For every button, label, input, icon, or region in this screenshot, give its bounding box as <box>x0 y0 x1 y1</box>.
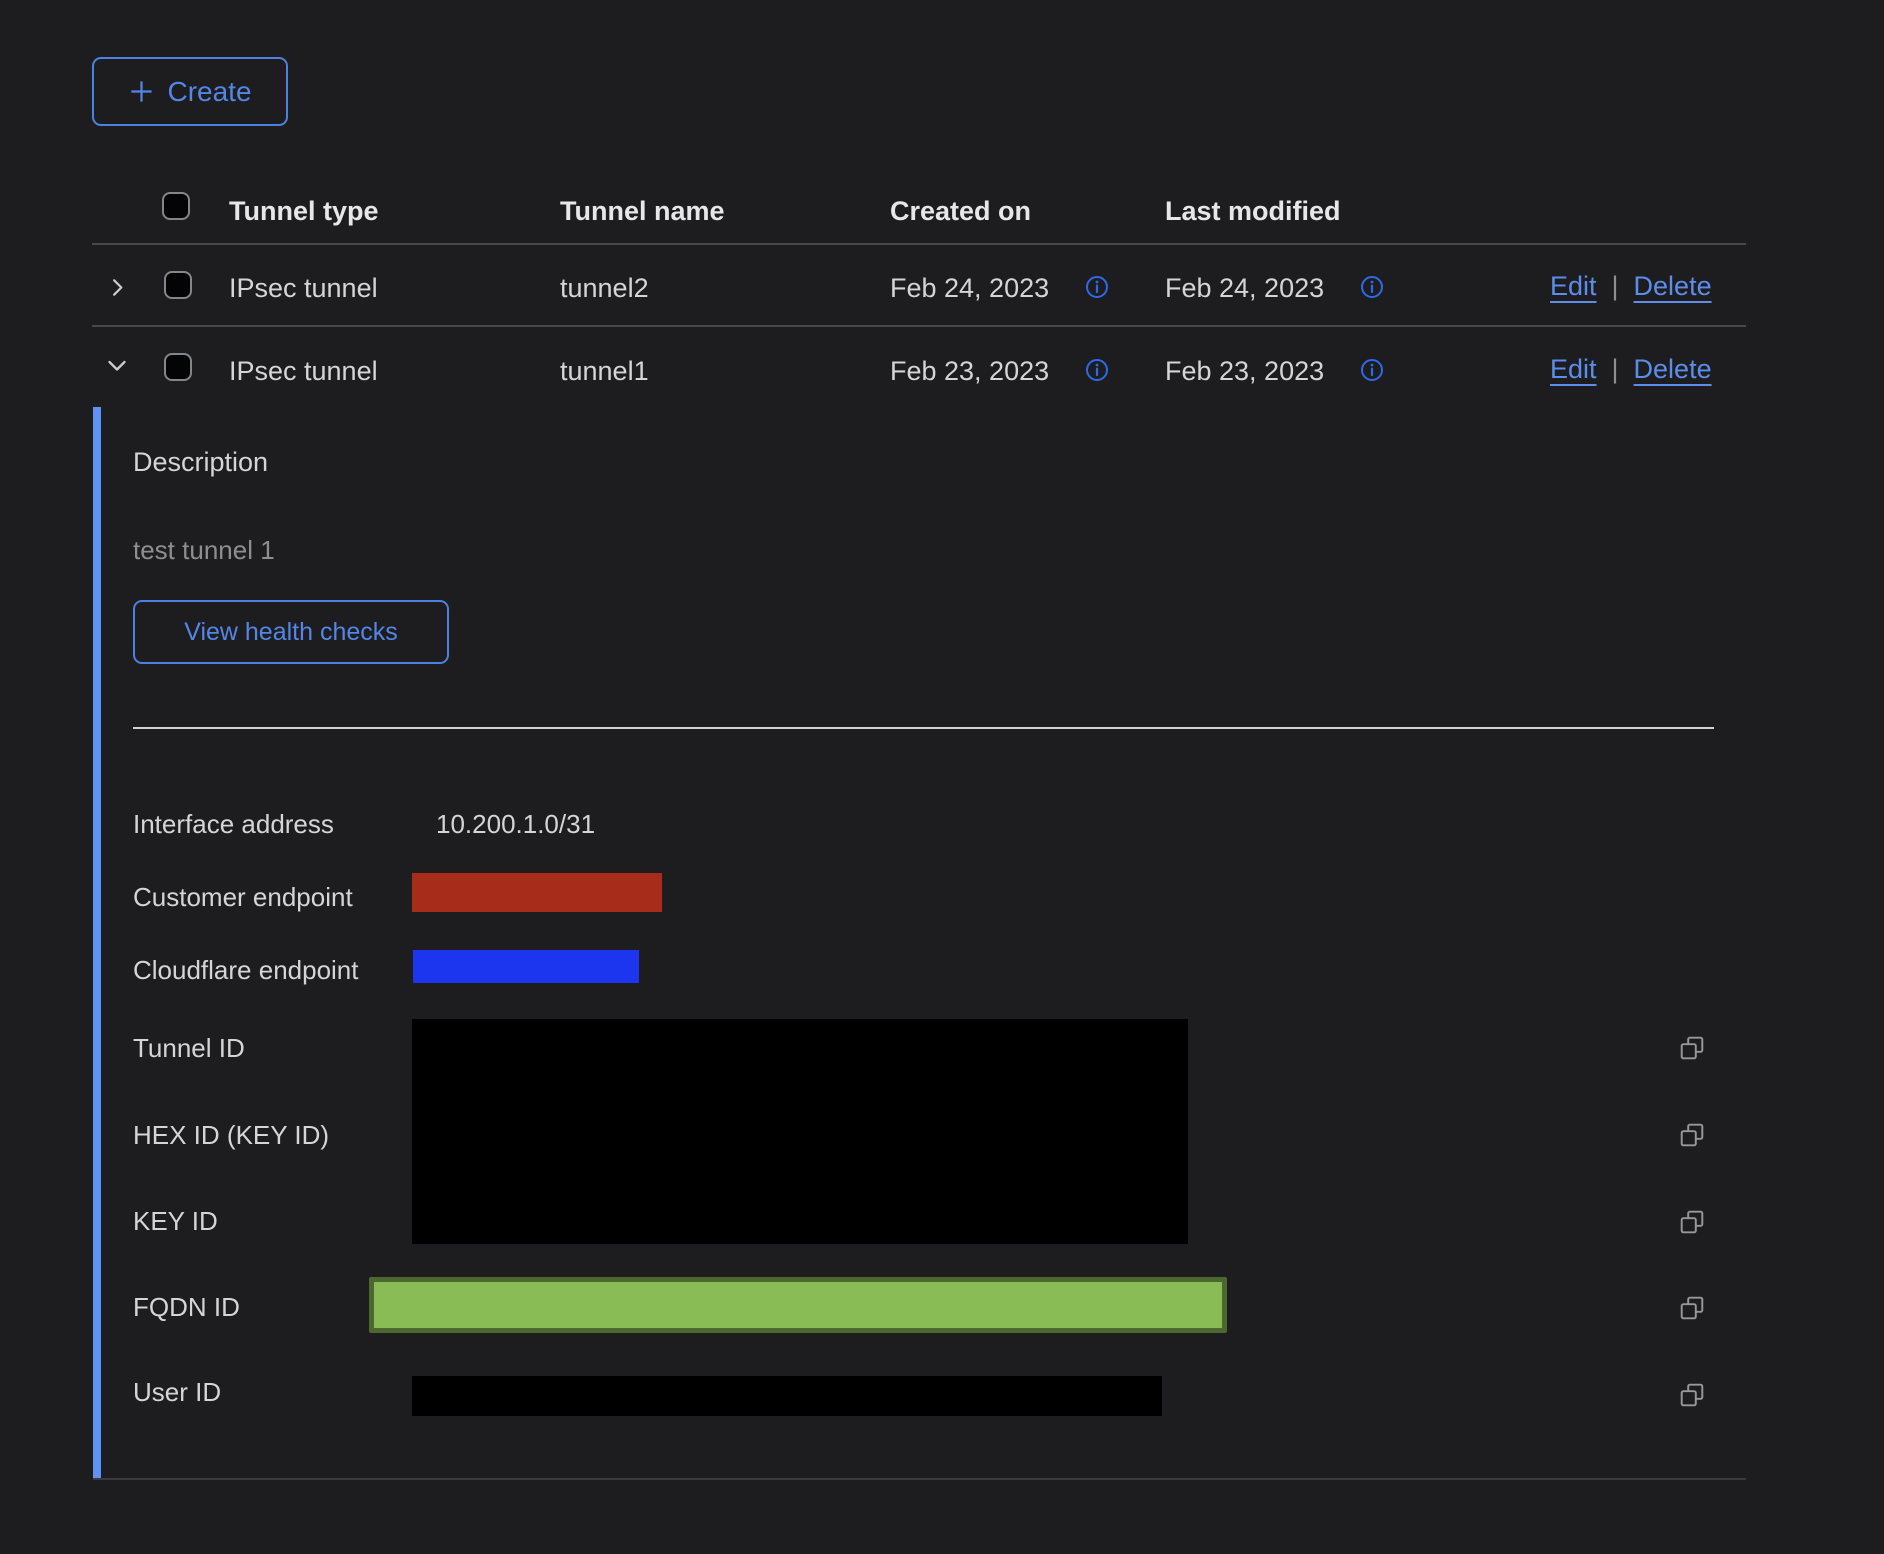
hex-id-label: HEX ID (KEY ID) <box>133 1120 329 1151</box>
interface-address-label: Interface address <box>133 809 334 840</box>
tunnel-name-cell: tunnel1 <box>560 356 649 387</box>
tunnel-type-cell: IPsec tunnel <box>229 356 378 387</box>
delete-link[interactable]: Delete <box>1634 271 1712 302</box>
row-checkbox[interactable] <box>164 353 192 381</box>
copy-icon[interactable] <box>1679 1122 1705 1148</box>
view-health-checks-label: View health checks <box>184 618 398 647</box>
info-icon[interactable] <box>1360 275 1384 299</box>
header-divider <box>92 243 1746 245</box>
column-header-tunnel-type: Tunnel type <box>229 196 379 227</box>
fqdn-id-redaction <box>369 1277 1227 1333</box>
chevron-right-icon[interactable] <box>106 276 129 299</box>
last-modified-cell: Feb 23, 2023 <box>1165 356 1324 387</box>
description-label: Description <box>133 447 268 478</box>
column-header-last-modified: Last modified <box>1165 196 1341 227</box>
copy-icon[interactable] <box>1679 1295 1705 1321</box>
key-id-label: KEY ID <box>133 1206 218 1237</box>
chevron-down-icon[interactable] <box>105 354 129 378</box>
last-modified-cell: Feb 24, 2023 <box>1165 273 1324 304</box>
cloudflare-endpoint-label: Cloudflare endpoint <box>133 955 359 986</box>
info-icon[interactable] <box>1085 275 1109 299</box>
created-on-cell: Feb 23, 2023 <box>890 356 1049 387</box>
column-header-created-on: Created on <box>890 196 1031 227</box>
row-actions: Edit | Delete <box>1550 354 1712 385</box>
create-button-label: Create <box>167 76 251 108</box>
copy-icon[interactable] <box>1679 1209 1705 1235</box>
create-button[interactable]: Create <box>92 57 288 126</box>
copy-icon[interactable] <box>1679 1382 1705 1408</box>
tunnel-name-cell: tunnel2 <box>560 273 649 304</box>
edit-link[interactable]: Edit <box>1550 354 1597 385</box>
ids-redaction-block <box>412 1019 1188 1244</box>
interface-address-value: 10.200.1.0/31 <box>436 809 595 840</box>
created-on-cell: Feb 24, 2023 <box>890 273 1049 304</box>
user-id-label: User ID <box>133 1377 221 1408</box>
expanded-row-bottom-divider <box>93 1478 1746 1480</box>
user-id-redaction <box>412 1376 1162 1416</box>
tunnel-type-cell: IPsec tunnel <box>229 273 378 304</box>
view-health-checks-button[interactable]: View health checks <box>133 600 449 664</box>
row-divider <box>92 325 1746 327</box>
copy-icon[interactable] <box>1679 1035 1705 1061</box>
description-value: test tunnel 1 <box>133 535 275 566</box>
row-checkbox[interactable] <box>164 271 192 299</box>
info-icon[interactable] <box>1360 358 1384 382</box>
info-icon[interactable] <box>1085 358 1109 382</box>
actions-separator: | <box>1612 271 1619 302</box>
customer-endpoint-redaction <box>412 873 662 912</box>
delete-link[interactable]: Delete <box>1634 354 1712 385</box>
select-all-checkbox[interactable] <box>162 192 190 220</box>
edit-link[interactable]: Edit <box>1550 271 1597 302</box>
ipsec-tunnels-page: Create Tunnel type Tunnel name Created o… <box>0 0 1884 1554</box>
actions-separator: | <box>1612 354 1619 385</box>
column-header-tunnel-name: Tunnel name <box>560 196 725 227</box>
fqdn-id-label: FQDN ID <box>133 1292 240 1323</box>
plus-icon <box>128 78 155 105</box>
customer-endpoint-label: Customer endpoint <box>133 882 353 913</box>
tunnel-id-label: Tunnel ID <box>133 1033 245 1064</box>
expanded-row-accent-bar <box>93 407 101 1478</box>
cloudflare-endpoint-redaction <box>413 950 639 983</box>
panel-divider <box>133 727 1714 729</box>
row-actions: Edit | Delete <box>1550 271 1712 302</box>
